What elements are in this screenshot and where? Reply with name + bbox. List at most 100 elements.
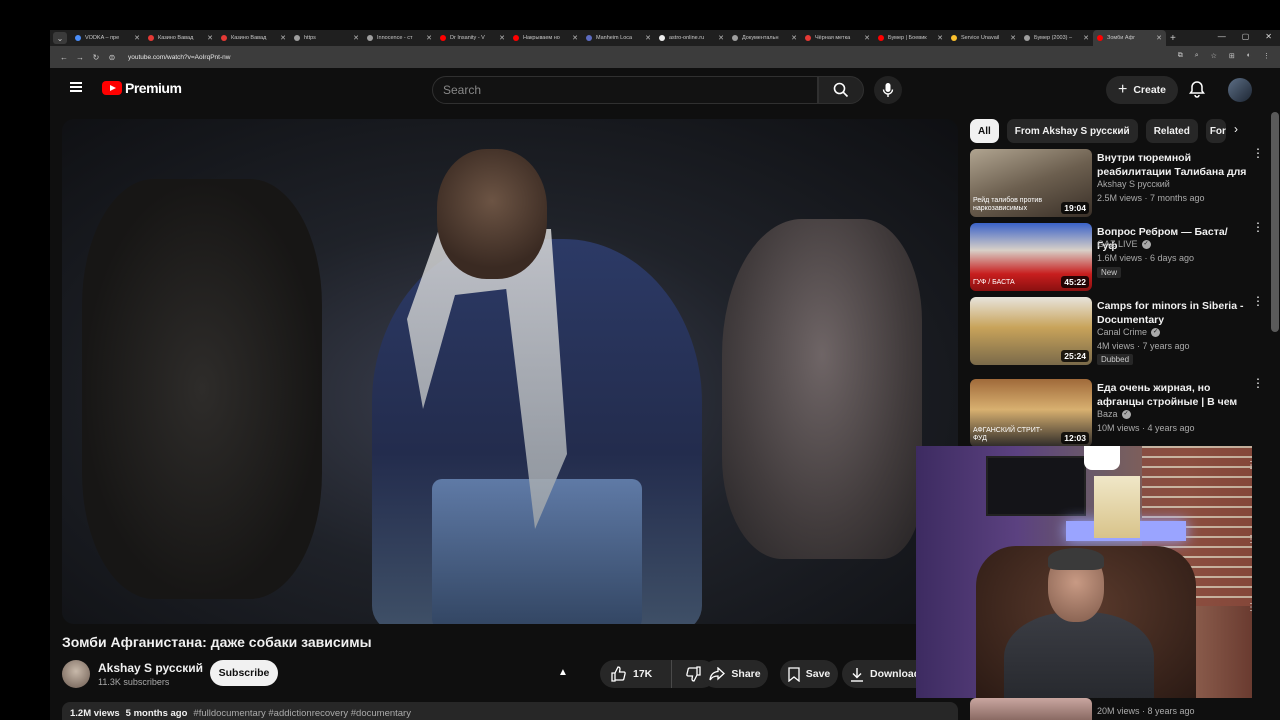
subscribe-button[interactable]: Subscribe [210,660,278,686]
search-button[interactable] [818,76,864,104]
recommended-channel[interactable]: GAZ LIVE ✓ [1097,239,1151,249]
tab-close-icon[interactable]: ✕ [864,34,870,42]
tab-close-icon[interactable]: ✕ [207,34,213,42]
browser-tab[interactable]: https ✕ [290,30,363,46]
tab-close-icon[interactable]: ✕ [572,34,578,42]
open-in-app-icon[interactable]: ⧉ [1178,52,1183,60]
recommended-channel[interactable]: Canal Crime ✓ [1097,327,1161,337]
recommended-video[interactable]: АФГАНСКИЙ СТРИТ-ФУД 12:03 Еда очень жирная… [970,377,1270,447]
browser-tab[interactable]: Innocence - ст ✕ [363,30,436,46]
browser-tab[interactable]: Зомби Афг ✕ [1093,30,1166,46]
tab-title: Казино Вавад [231,35,267,41]
overflow-menu-icon[interactable]: ⋮ [1252,377,1264,389]
tab-close-icon[interactable]: ✕ [1083,34,1089,42]
browser-tab[interactable]: Бумер (2003) – ✕ [1020,30,1093,46]
back-icon[interactable]: ← [56,53,72,62]
share-arrow-icon [709,667,726,681]
recommended-video-title[interactable]: Camps for minors in Siberia - Documentar… [1097,299,1247,327]
minimize-icon[interactable]: — [1218,32,1226,41]
tab-close-icon[interactable]: ✕ [353,34,359,42]
recommended-video[interactable]: ГУФ / БАСТА 45:22 Вопрос Ребром — Баста/Гу… [970,221,1270,291]
browser-tab[interactable]: Service Unavail ✕ [947,30,1020,46]
tab-favicon-icon [586,35,592,41]
recommended-video[interactable]: Рейд талибов против наркозависимых 19:04 В… [970,147,1270,217]
overflow-menu-icon[interactable]: ⋮ [1252,295,1264,307]
youtube-logo[interactable]: Premium [102,80,182,96]
tab-search-button[interactable]: ⌄ [53,32,67,44]
url-field[interactable]: youtube.com/watch?v=AoIrqPnt-nw [128,54,230,61]
recommended-video-title[interactable]: Внутри тюремной реабилитации Талибана дл… [1097,151,1247,179]
new-tab-button[interactable]: + [1170,33,1176,44]
create-button[interactable]: + Create [1106,76,1178,104]
chip-related[interactable]: Related [1145,119,1198,143]
extensions-icon[interactable]: ⊞ [1229,52,1235,60]
tab-close-icon[interactable]: ✕ [499,34,505,42]
browser-tab[interactable]: Manheim Loca ✕ [582,30,655,46]
profile-icon[interactable]: ◐ [1247,52,1251,60]
chip-all[interactable]: All [970,119,999,143]
browser-tab[interactable]: Накрываем но ✕ [509,30,582,46]
tab-close-icon[interactable]: ✕ [791,34,797,42]
tab-close-icon[interactable]: ✕ [1156,34,1162,42]
tab-close-icon[interactable]: ✕ [1010,34,1016,42]
page-scrollbar[interactable] [1271,112,1279,332]
plus-icon: + [1117,81,1128,98]
browser-tab[interactable]: Казино Вавад ✕ [217,30,290,46]
chevron-right-icon[interactable]: › [1234,122,1238,136]
hamburger-menu-icon[interactable] [70,82,82,92]
tab-close-icon[interactable]: ✕ [134,34,140,42]
save-button[interactable]: Save [780,660,838,688]
tab-close-icon[interactable]: ✕ [718,34,724,42]
video-thumbnail[interactable]: 25:24 [970,297,1092,365]
zoom-icon[interactable]: ⌕ [1195,52,1199,60]
notifications-bell-icon[interactable] [1188,80,1206,103]
chip-for-you[interactable]: For [1205,119,1226,143]
tab-close-icon[interactable]: ✕ [645,34,651,42]
video-player[interactable] [62,119,958,624]
recommended-channel-name: Akshay S русский [1097,179,1170,189]
browser-tab[interactable]: Чёрная метка ✕ [801,30,874,46]
menu-dots-icon[interactable]: ⋮ [1263,52,1270,60]
maximize-icon[interactable]: ▢ [1242,32,1250,41]
video-thumbnail[interactable]: АФГАНСКИЙ СТРИТ-ФУД 12:03 [970,379,1092,447]
description-box[interactable]: 1.2M views 5 months ago #fulldocumentary #… [62,702,958,720]
recommended-video-title[interactable]: Еда очень жирная, но афганцы стройные | … [1097,381,1247,409]
close-window-icon[interactable]: ✕ [1265,32,1272,41]
chip-from-channel[interactable]: From Akshay S русский [1006,119,1138,143]
voice-search-button[interactable] [874,76,902,104]
browser-tab[interactable]: Dr Insanity - V ✕ [436,30,509,46]
overflow-menu-icon[interactable]: ⋮ [1252,221,1264,233]
overflow-menu-icon[interactable]: ⋮ [1246,534,1256,545]
channel-avatar[interactable] [62,660,90,688]
overflow-menu-icon[interactable]: ⋮ [1246,602,1256,613]
tab-close-icon[interactable]: ✕ [937,34,943,42]
bookmark-star-icon[interactable]: ☆ [1211,52,1217,60]
overflow-menu-icon[interactable]: ⋮ [1246,460,1256,471]
video-thumbnail[interactable]: ГУФ / БАСТА 45:22 [970,223,1092,291]
recommended-channel-name: Baza [1097,409,1118,419]
video-thumbnail[interactable]: Рейд талибов против наркозависимых 19:04 [970,149,1092,217]
recommended-channel[interactable]: Baza ✓ [1097,409,1131,419]
channel-name[interactable]: Akshay S русский [98,661,203,675]
account-avatar[interactable] [1228,78,1252,102]
recommended-channel[interactable]: Akshay S русский [1097,179,1170,189]
tab-close-icon[interactable]: ✕ [426,34,432,42]
overflow-menu-icon[interactable]: ⋮ [1252,147,1264,159]
mouse-cursor: ▲ [558,667,568,678]
reload-icon[interactable]: ↻ [88,53,104,62]
recommended-video[interactable]: 25:24 Camps for minors in Siberia - Docum… [970,295,1270,365]
share-button[interactable]: Share [702,660,768,688]
browser-tab[interactable]: Бумер | Боевик ✕ [874,30,947,46]
like-button[interactable]: 17K [600,660,672,688]
tab-favicon-icon [659,35,665,41]
browser-tab[interactable]: astro-online.ru ✕ [655,30,728,46]
hashtags[interactable]: #fulldocumentary #addictionrecovery #doc… [193,708,411,719]
site-info-icon[interactable]: ⊜ [104,53,120,62]
browser-tab[interactable]: Документальн ✕ [728,30,801,46]
browser-tab[interactable]: VODKA – пре ✕ [71,30,144,46]
search-input[interactable] [443,83,817,97]
tab-close-icon[interactable]: ✕ [280,34,286,42]
forward-icon[interactable]: → [72,53,88,62]
browser-tab[interactable]: Казино Вавад ✕ [144,30,217,46]
partial-recommendation[interactable]: 20M views · 8 years ago [970,698,1270,720]
